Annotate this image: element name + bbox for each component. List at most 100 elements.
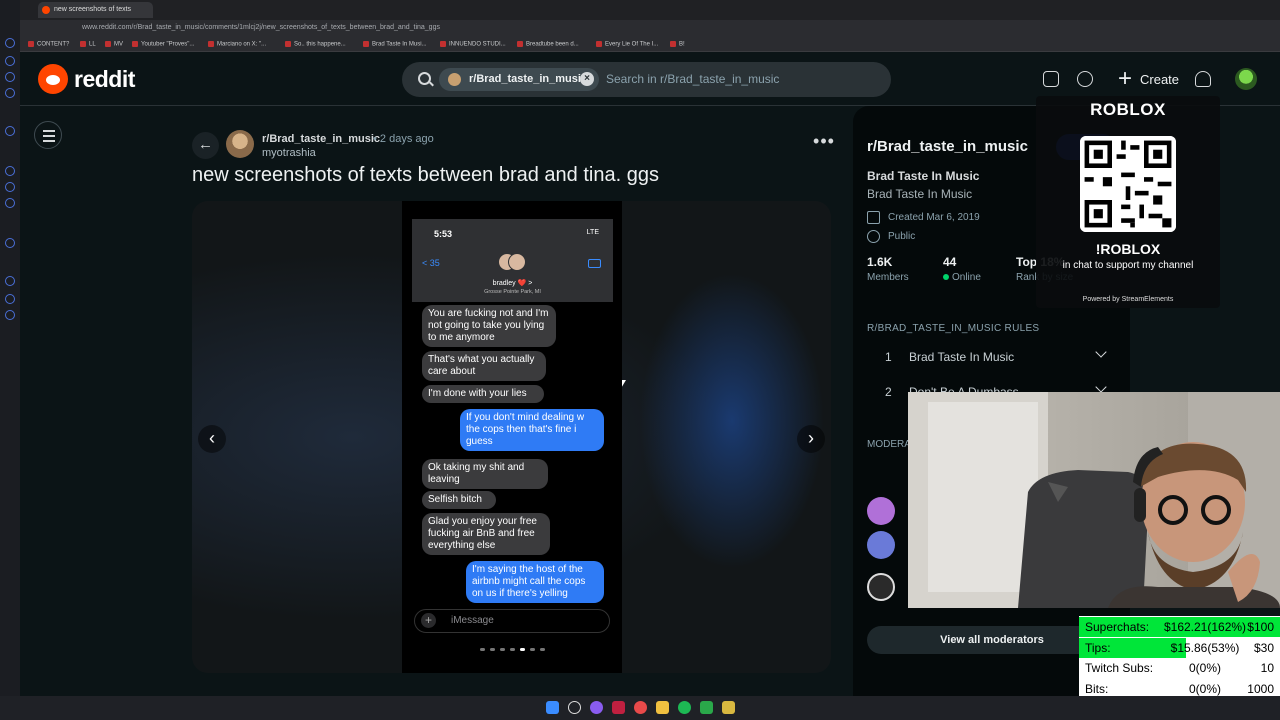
sidebar-subreddit-name[interactable]: r/Brad_taste_in_music — [867, 138, 1028, 155]
moderator-avatar[interactable] — [867, 573, 895, 601]
chevron-down-icon — [1095, 346, 1107, 358]
bookmark-item[interactable]: CONTENT? — [28, 41, 69, 48]
reddit-logo-icon[interactable] — [38, 64, 68, 94]
file-explorer-icon[interactable] — [656, 701, 669, 714]
app-icon[interactable] — [722, 701, 735, 714]
sidebar-app-icon[interactable] — [5, 56, 15, 66]
roblox-logo: ROBLOX — [1090, 100, 1166, 119]
goal-value: 0(0%) — [1188, 681, 1221, 696]
goal-target: $30 — [1253, 640, 1274, 655]
bookmark-item[interactable]: Youtuber "Proves"... — [132, 41, 194, 48]
bookmark-item[interactable]: Marciano on X: "... — [208, 41, 266, 48]
goal-value: 0(0%) — [1188, 661, 1221, 676]
address-bar[interactable]: www.reddit.com/r/Brad_taste_in_music/com… — [20, 20, 1280, 38]
contact-name: bradley ❤️ > — [492, 280, 533, 287]
app-icon[interactable] — [634, 701, 647, 714]
search-input[interactable] — [606, 71, 876, 87]
post-media-carousel[interactable]: 5:53 LTE < 35 bradley ❤️ > Grosse Pointe… — [192, 201, 831, 673]
post-author-link[interactable]: myotrashia — [262, 147, 316, 159]
bookmark-item[interactable]: MV — [105, 41, 123, 48]
message-bubble-received: Selfish bitch — [422, 491, 496, 509]
bookmark-item[interactable]: So.. this happene... — [285, 41, 346, 48]
notifications-bell-icon[interactable] — [1195, 71, 1211, 87]
menu-line — [43, 140, 55, 142]
sidebar-app-icon[interactable] — [5, 38, 15, 48]
subreddit-search-chip[interactable]: r/Brad_taste_in_music × — [439, 68, 599, 91]
powered-by-label: Powered by StreamElements — [1082, 296, 1174, 303]
goal-target: 1000 — [1247, 681, 1274, 696]
bookmarks-bar: CONTENT? LL MV Youtuber "Proves"... Marc… — [20, 38, 1280, 52]
app-icon[interactable] — [590, 701, 603, 714]
cake-icon — [867, 211, 880, 224]
pagination-dot — [500, 648, 505, 651]
goal-label: Superchats: — [1085, 620, 1150, 634]
subreddit-avatar[interactable] — [226, 130, 254, 158]
user-avatar[interactable] — [1235, 68, 1257, 90]
sidebar-app-icon[interactable] — [5, 72, 15, 82]
bookmark-item[interactable]: Every Lie Of The I... — [596, 41, 658, 48]
sidebar-app-icon[interactable] — [5, 294, 15, 304]
app-icon[interactable] — [700, 701, 713, 714]
sidebar-app-icon[interactable] — [5, 182, 15, 192]
post-title: new screenshots of texts between brad an… — [192, 164, 659, 186]
close-icon[interactable]: × — [580, 72, 594, 86]
message-bubble-received: That's what you actually care about — [422, 351, 546, 381]
create-post-button[interactable]: Create — [1112, 64, 1186, 94]
pagination-dot — [480, 648, 485, 651]
text-screenshot-image: 5:53 LTE < 35 bradley ❤️ > Grosse Pointe… — [402, 201, 622, 673]
contact-avatar — [498, 253, 526, 275]
bookmark-item[interactable]: LL — [80, 41, 96, 48]
goal-label: Tips: — [1085, 640, 1111, 655]
spotify-icon[interactable] — [678, 701, 691, 714]
reddit-favicon-icon — [42, 6, 50, 14]
plus-icon: + — [421, 613, 436, 628]
more-options-icon[interactable]: ••• — [812, 132, 836, 158]
hamburger-menu-button[interactable] — [34, 121, 62, 149]
message-bubble-sent: I'm saying the host of the airbnb might … — [466, 561, 604, 603]
phone-time: 5:53 — [434, 229, 453, 239]
globe-icon — [867, 230, 880, 243]
roblox-stream-overlay: ROBLOX !ROBLOX in chat to support my cha… — [1036, 96, 1220, 308]
sidebar-app-icon[interactable] — [5, 276, 15, 286]
imessage-placeholder: iMessage — [451, 615, 494, 626]
sidebar-app-icon[interactable] — [5, 238, 15, 248]
pagination-dot — [540, 648, 545, 651]
goal-row: Superchats: $162.21(162%) $100 — [1079, 617, 1280, 637]
sidebar-app-icon[interactable] — [5, 166, 15, 176]
message-bubble-received: Glad you enjoy your free fucking air BnB… — [422, 513, 550, 555]
back-arrow-icon[interactable]: ← — [192, 132, 219, 159]
sidebar-app-icon[interactable] — [5, 310, 15, 320]
advertise-icon[interactable] — [1043, 71, 1059, 87]
reddit-wordmark[interactable]: reddit — [74, 66, 135, 93]
sidebar-app-icon[interactable] — [5, 88, 15, 98]
sidebar-app-icon[interactable] — [5, 126, 15, 136]
created-date: Created Mar 6, 2019 — [888, 212, 980, 223]
search-icon[interactable] — [568, 701, 581, 714]
sidebar-app-icon[interactable] — [5, 198, 15, 208]
browser-icon[interactable] — [612, 701, 625, 714]
goal-value: $15.86(53%) — [1170, 640, 1240, 655]
url-text[interactable]: www.reddit.com/r/Brad_taste_in_music/com… — [82, 24, 440, 31]
carousel-next-button[interactable]: › — [797, 425, 825, 453]
bookmark-item[interactable]: Breadtube been d... — [517, 41, 579, 48]
imessage-back-icon: < 35 — [422, 258, 440, 268]
message-bubble-received: I'm done with your lies — [422, 385, 544, 403]
chevron-down-icon — [1095, 381, 1107, 393]
chat-icon[interactable] — [1077, 71, 1093, 87]
bookmark-item[interactable]: Brad Taste In Musi... — [363, 41, 427, 48]
goal-label: Twitch Subs: — [1085, 661, 1154, 676]
windows-start-icon[interactable] — [546, 701, 559, 714]
sidebar-community-title: Brad Taste In Music — [867, 169, 980, 183]
moderator-avatar[interactable] — [867, 531, 895, 559]
bookmark-item[interactable]: B! — [670, 41, 685, 48]
bookmark-item[interactable]: INNUENDO STUDI... — [440, 41, 506, 48]
post-subreddit-link[interactable]: r/Brad_taste_in_music — [262, 133, 380, 145]
windows-taskbar — [0, 696, 1280, 720]
browser-tab[interactable]: new screenshots of texts — [38, 2, 153, 18]
goal-value: $162.21(162%) — [1163, 620, 1247, 634]
search-bar[interactable]: r/Brad_taste_in_music × — [402, 62, 891, 97]
pagination-dot — [530, 648, 535, 651]
carousel-prev-button[interactable]: ‹ — [198, 425, 226, 453]
rule-item[interactable]: 1 Brad Taste In Music — [867, 344, 1117, 370]
moderator-avatar[interactable] — [867, 497, 895, 525]
